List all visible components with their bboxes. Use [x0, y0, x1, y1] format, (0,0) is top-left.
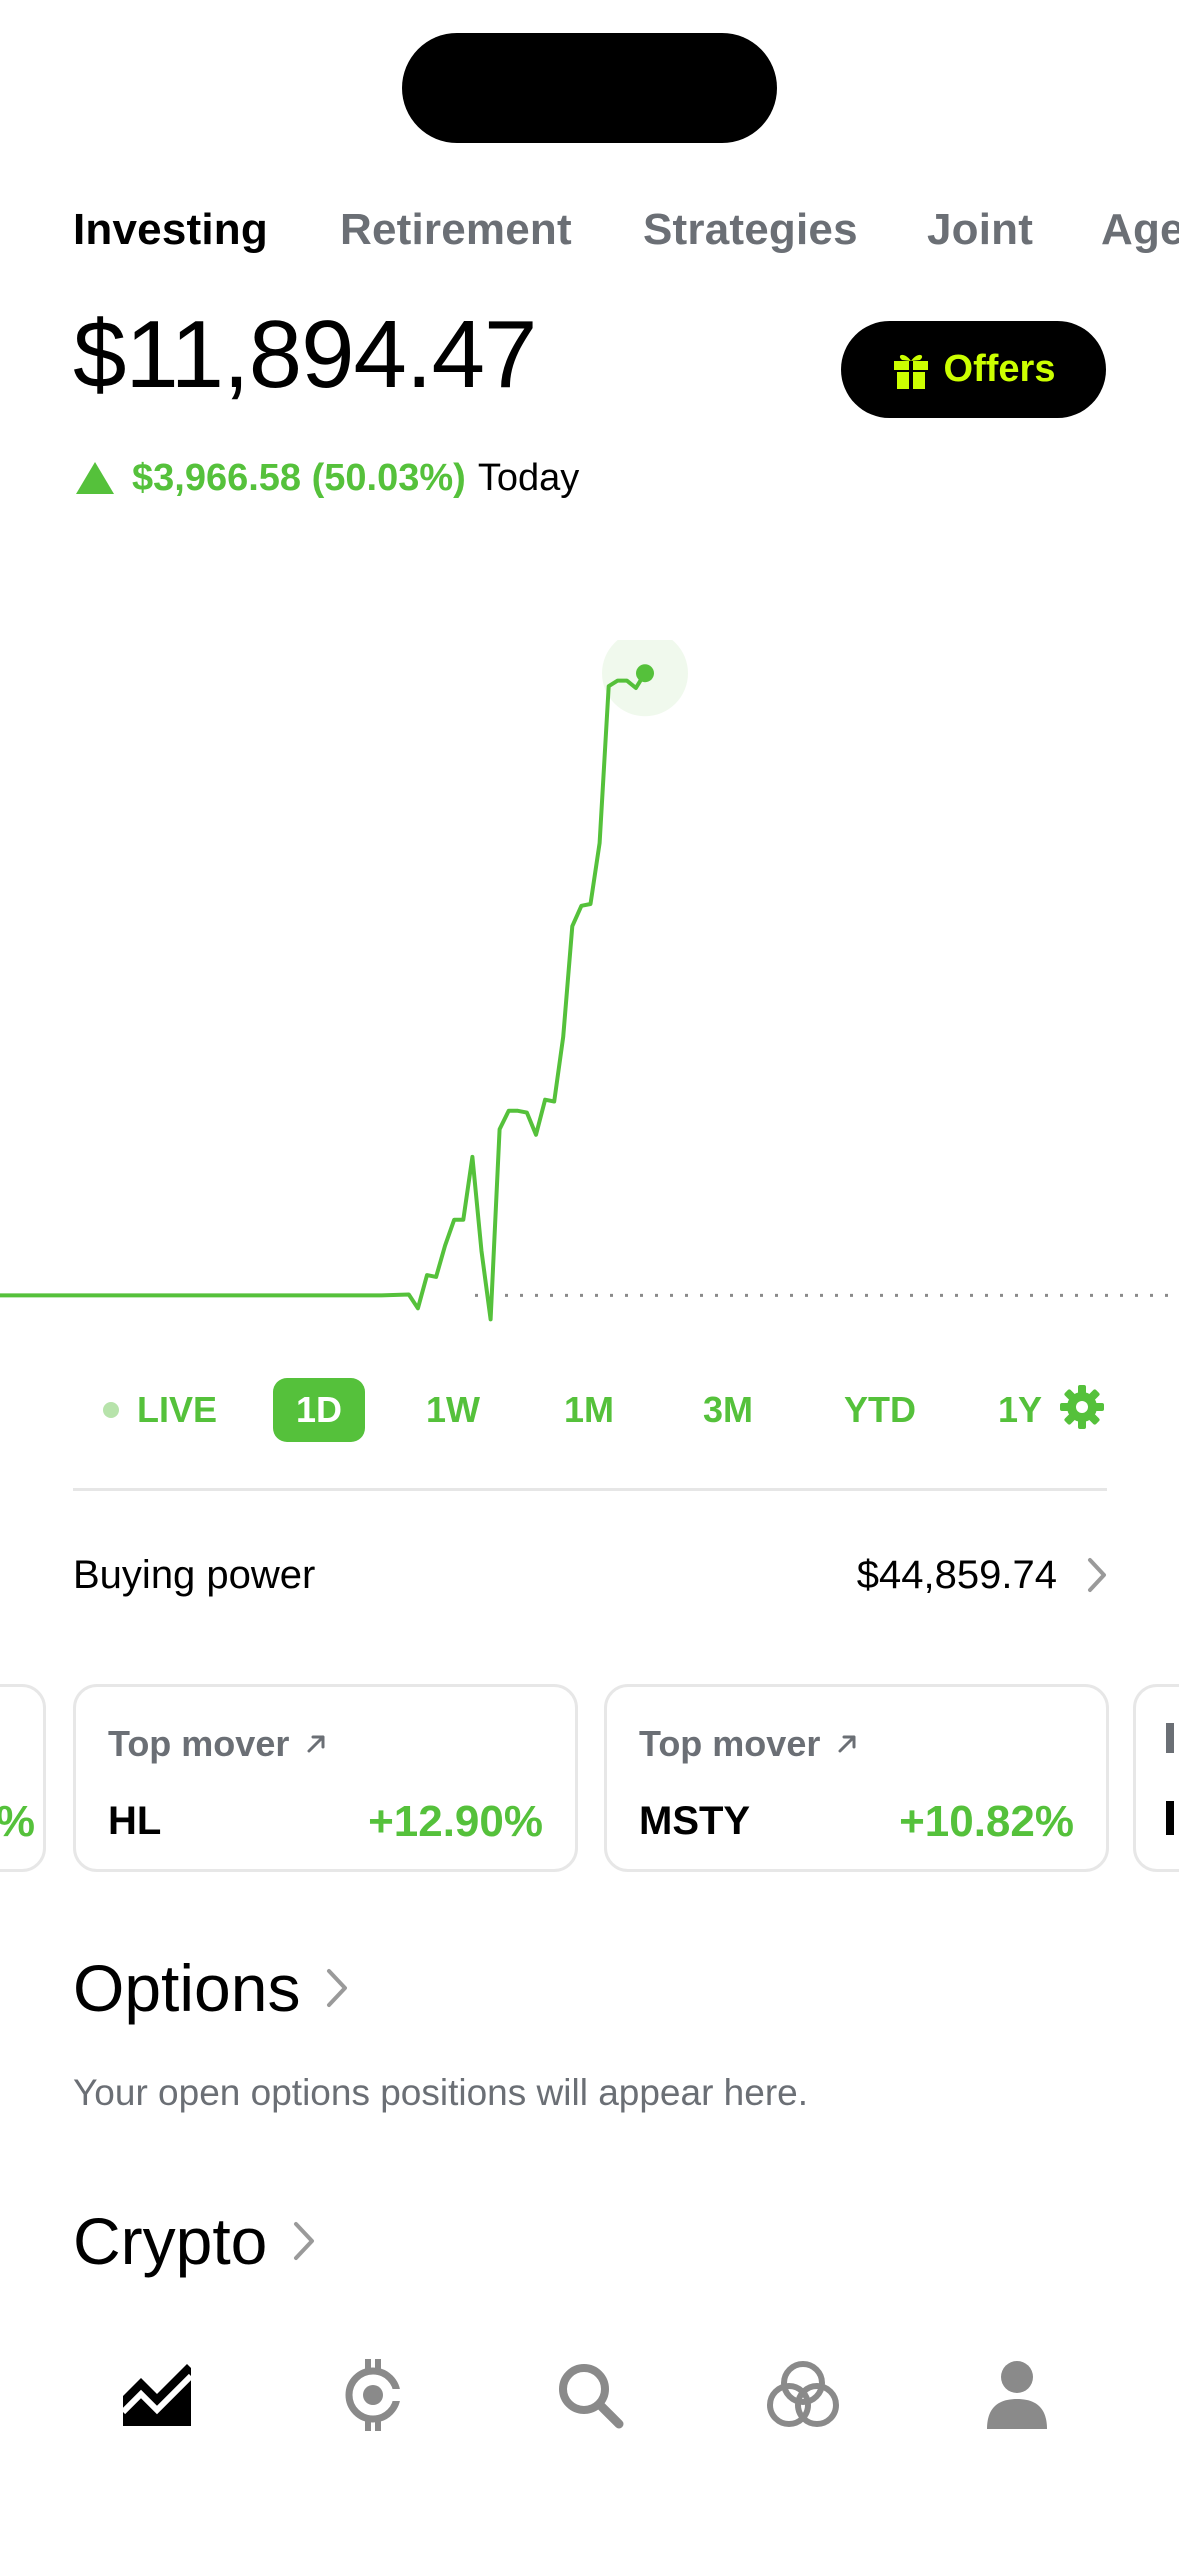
- chart-series-line: [0, 672, 647, 1322]
- investing-icon: [121, 2364, 193, 2426]
- chevron-right-icon: [1088, 1558, 1106, 1592]
- arrow-up-right-icon: [307, 1735, 325, 1753]
- crypto-section-title[interactable]: Crypto: [73, 2203, 315, 2279]
- range-ytd[interactable]: YTD: [830, 1370, 930, 1450]
- range-1y[interactable]: 1Y: [985, 1370, 1055, 1450]
- mover-change: +10.82%: [899, 1797, 1074, 1846]
- buying-power-row[interactable]: Buying power $44,859.74: [73, 1535, 1107, 1615]
- live-dot-icon: [102, 1402, 119, 1418]
- chevron-right-icon: [327, 1969, 348, 2007]
- mover-card[interactable]: Top mover MSTY +10.82%: [604, 1684, 1109, 1872]
- offers-label: Offers: [943, 348, 1056, 390]
- options-section-title[interactable]: Options: [73, 1950, 348, 2026]
- change-period: Today: [477, 456, 580, 499]
- mover-change: +12.90%: [368, 1797, 543, 1846]
- tab-investing[interactable]: Investing: [73, 205, 268, 255]
- mover-ticker: MSTY: [639, 1799, 751, 1843]
- mover-card-partial-right[interactable]: [1133, 1684, 1179, 1872]
- nav-investing[interactable]: [102, 2340, 212, 2450]
- tab-strategies[interactable]: Strategies: [643, 205, 858, 255]
- range-live-label: LIVE: [136, 1389, 217, 1430]
- tab-joint[interactable]: Joint: [927, 205, 1033, 255]
- range-1m[interactable]: 1M: [544, 1370, 634, 1450]
- arrow-up-right-icon: [838, 1735, 856, 1753]
- options-empty-message: Your open options positions will appear …: [73, 2072, 809, 2113]
- nav-crypto[interactable]: [318, 2340, 428, 2450]
- buying-power-value: $44,859.74: [856, 1552, 1057, 1597]
- mover-label: Top mover: [639, 1723, 858, 1765]
- change-amount: $3,966.58 (50.03%): [132, 456, 466, 499]
- mover-card[interactable]: Top mover HL +12.90%: [73, 1684, 578, 1872]
- range-live[interactable]: LIVE: [95, 1370, 225, 1450]
- mover-partial-percent-glyph: %: [0, 1797, 35, 1847]
- range-1d[interactable]: 1D: [273, 1378, 365, 1442]
- mover-card-partial-left[interactable]: %: [0, 1684, 46, 1872]
- portfolio-change: $3,966.58 (50.03%) Today: [76, 448, 579, 508]
- nav-search[interactable]: [535, 2340, 645, 2450]
- chevron-right-icon: [294, 2222, 315, 2260]
- crypto-title-text: Crypto: [73, 2204, 268, 2278]
- mover-label: Top mover: [108, 1723, 327, 1765]
- options-title-text: Options: [73, 1951, 301, 2025]
- mover-ticker: HL: [108, 1799, 162, 1843]
- crypto-icon: [345, 2359, 403, 2431]
- gear-icon[interactable]: [1059, 1384, 1105, 1430]
- nav-account[interactable]: [962, 2340, 1072, 2450]
- portfolio-value: $11,894.47: [73, 301, 537, 408]
- dynamic-island: [402, 33, 777, 143]
- divider: [73, 1488, 1107, 1491]
- network-icon: [767, 2361, 839, 2427]
- account-tabs: Investing Retirement Strategies Joint Ag…: [73, 205, 1179, 275]
- portfolio-chart[interactable]: [0, 640, 1179, 1360]
- gift-icon: [893, 354, 928, 389]
- tab-agency[interactable]: Agen: [1101, 205, 1179, 255]
- range-1w[interactable]: 1W: [408, 1370, 498, 1450]
- account-icon: [987, 2361, 1047, 2429]
- mover-label-text: Top mover: [108, 1723, 290, 1764]
- offers-button[interactable]: Offers: [841, 321, 1106, 418]
- search-icon: [559, 2364, 624, 2429]
- range-selector: LIVE 1D 1W 1M 3M YTD 1Y: [0, 1370, 1179, 1450]
- nav-network[interactable]: [748, 2340, 858, 2450]
- mover-label-text: Top mover: [639, 1723, 821, 1764]
- bottom-navigation: [0, 2340, 1179, 2450]
- mover-partial-glyph: [1166, 1801, 1174, 1835]
- mover-partial-glyph: [1166, 1723, 1174, 1753]
- up-arrow-icon: [76, 462, 114, 494]
- tab-retirement[interactable]: Retirement: [340, 205, 572, 255]
- buying-power-label: Buying power: [73, 1552, 316, 1597]
- range-3m[interactable]: 3M: [683, 1370, 773, 1450]
- chart-endpoint-dot[interactable]: [636, 664, 654, 683]
